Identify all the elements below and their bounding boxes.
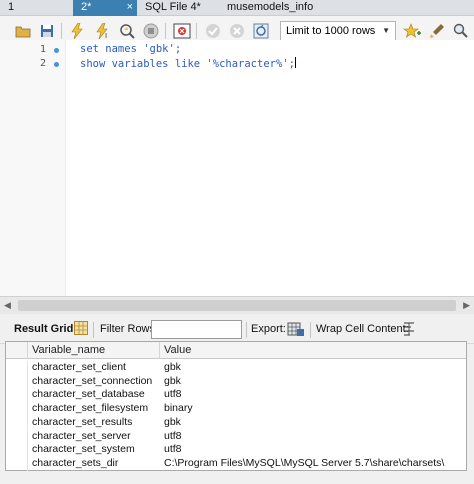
value-cell[interactable]: gbk: [160, 361, 466, 375]
code-text: show variables like '%character%';: [80, 58, 295, 70]
svg-text:I: I: [105, 32, 107, 39]
beautify-icon[interactable]: [428, 22, 446, 40]
autocommit-icon[interactable]: [252, 22, 270, 40]
limit-rows-value: Limit to 1000 rows: [286, 25, 376, 37]
table-row[interactable]: character_set_filesystem binary: [6, 402, 466, 416]
row-header[interactable]: [6, 429, 28, 444]
toolbar-divider: [246, 322, 247, 338]
rollback-icon[interactable]: [228, 22, 246, 40]
tab-label: SQL File 4*: [145, 1, 201, 13]
statement-marker-icon: [54, 62, 59, 67]
tab-sql-file-4[interactable]: SQL File 4*: [137, 0, 219, 16]
export-label: Export:: [251, 323, 286, 335]
variable-name-cell[interactable]: character_set_client: [28, 361, 160, 375]
value-cell[interactable]: gbk: [160, 375, 466, 389]
value-cell[interactable]: utf8: [160, 443, 466, 457]
filter-rows-input[interactable]: [151, 320, 242, 339]
code-line[interactable]: set names 'gbk';: [80, 43, 181, 55]
statement-marker-icon: [54, 48, 59, 53]
tab-label: musemodels_info: [227, 1, 314, 13]
table-row[interactable]: character_set_results gbk: [6, 415, 466, 430]
scrollbar-thumb[interactable]: [18, 300, 456, 311]
open-folder-icon[interactable]: [14, 22, 32, 40]
table-row[interactable]: character_set_connection gbk: [6, 374, 466, 389]
row-header-corner: [6, 342, 28, 359]
row-header[interactable]: [6, 388, 28, 403]
line-number: 2: [39, 58, 46, 69]
line-number: 1: [39, 44, 46, 55]
favorite-icon[interactable]: [403, 22, 421, 40]
row-header[interactable]: [6, 443, 28, 457]
sql-editor[interactable]: 1 set names 'gbk'; 2 show variables like…: [0, 40, 474, 296]
result-toolbar: Result Grid Filter Rows: Export: Wrap Ce…: [0, 314, 474, 344]
save-icon[interactable]: [38, 22, 56, 40]
row-header[interactable]: [6, 456, 28, 471]
variable-name-cell[interactable]: character_set_results: [28, 416, 160, 430]
toolbar-divider: [196, 23, 197, 39]
code-line[interactable]: show variables like '%character%';: [80, 57, 296, 70]
variable-name-cell[interactable]: character_set_filesystem: [28, 402, 160, 416]
row-header[interactable]: [6, 415, 28, 430]
value-cell[interactable]: utf8: [160, 430, 466, 444]
scroll-left-icon[interactable]: ◀: [4, 300, 11, 311]
row-header[interactable]: [6, 361, 28, 375]
table-row[interactable]: character_set_system utf8: [6, 443, 466, 457]
chevron-down-icon: ▼: [382, 26, 390, 35]
value-cell[interactable]: gbk: [160, 416, 466, 430]
value-cell[interactable]: binary: [160, 402, 466, 416]
variable-name-cell[interactable]: character_set_database: [28, 388, 160, 402]
result-grid-label[interactable]: Result Grid: [14, 323, 73, 335]
execute-icon[interactable]: [68, 22, 86, 40]
explain-icon[interactable]: [118, 22, 136, 40]
variable-name-cell[interactable]: character_set_server: [28, 430, 160, 444]
row-header[interactable]: [6, 402, 28, 416]
toolbar-divider: [310, 322, 311, 338]
horizontal-scrollbar[interactable]: ◀ ▶: [0, 296, 474, 314]
find-icon[interactable]: [452, 22, 470, 40]
stop-icon[interactable]: [142, 22, 160, 40]
toolbar-divider: [93, 322, 94, 338]
table-row[interactable]: character_set_client gbk: [6, 361, 466, 375]
tab-label: 2*: [81, 1, 92, 13]
result-grid[interactable]: Variable_name Value character_set_client…: [5, 341, 467, 471]
tab-1[interactable]: 1: [0, 0, 73, 16]
table-row[interactable]: character_set_server utf8: [6, 429, 466, 444]
value-cell[interactable]: utf8: [160, 388, 466, 402]
toggle-error-icon[interactable]: [173, 22, 191, 40]
toolbar-divider: [165, 23, 166, 39]
tab-musemodels-info[interactable]: musemodels_info: [219, 0, 349, 16]
wrap-cell-content-label: Wrap Cell Content:: [316, 323, 409, 335]
filter-rows-label: Filter Rows:: [100, 323, 159, 335]
grid-view-icon[interactable]: [74, 321, 88, 335]
variable-name-cell[interactable]: character_set_connection: [28, 375, 160, 389]
toolbar-divider: [61, 23, 62, 39]
row-header[interactable]: [6, 374, 28, 389]
commit-icon[interactable]: [204, 22, 222, 40]
value-cell[interactable]: C:\Program Files\MySQL\MySQL Server 5.7\…: [160, 457, 466, 471]
column-header[interactable]: Variable_name: [28, 342, 160, 359]
column-header[interactable]: Value: [160, 342, 466, 359]
code-text: set names 'gbk';: [80, 43, 182, 55]
execute-current-icon[interactable]: I: [94, 22, 112, 40]
close-tab-icon[interactable]: ×: [127, 0, 133, 15]
variable-name-cell[interactable]: character_set_system: [28, 443, 160, 457]
scroll-right-icon[interactable]: ▶: [463, 300, 470, 311]
limit-rows-select[interactable]: Limit to 1000 rows ▼: [280, 21, 396, 41]
table-row[interactable]: character_sets_dir C:\Program Files\MySQL…: [6, 456, 466, 471]
table-row[interactable]: character_set_database utf8: [6, 388, 466, 403]
text-cursor: [294, 57, 296, 68]
grid-header: Variable_name Value: [6, 342, 466, 359]
tab-label: 1: [8, 1, 15, 13]
tab-2[interactable]: 2* ×: [73, 0, 137, 16]
editor-tab-bar: 1 2* × SQL File 4* musemodels_info: [0, 0, 474, 16]
export-icon[interactable]: [287, 321, 305, 337]
variable-name-cell[interactable]: character_sets_dir: [28, 457, 160, 471]
line-number-gutter: [0, 40, 66, 296]
wrap-text-icon[interactable]: [403, 322, 415, 336]
